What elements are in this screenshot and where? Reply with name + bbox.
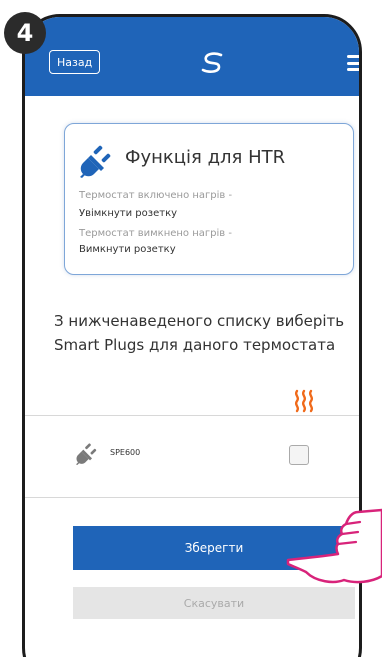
screenshot: 4 Назад Функція для HTR Термостат включе… [0,0,382,657]
plug-icon [76,443,97,465]
card-line-heating-on: Термостат включено нагрів - [79,190,233,201]
back-button[interactable]: Назад [49,50,101,74]
htr-function-card: Функція для HTR Термостат включено нагрі… [64,123,354,275]
device-checkbox[interactable] [289,445,309,465]
hamburger-menu-icon[interactable] [347,55,359,71]
hand-pointer-icon [286,508,382,584]
step-badge: 4 [4,12,46,54]
logo-icon [201,52,223,73]
divider [25,415,359,416]
device-name: SPE600 [110,448,141,457]
card-line-plug-on: Увімкнути розетку [79,208,178,219]
heating-icon [294,389,314,413]
instruction-text: З нижченаведеного списку виберіть Smart … [54,312,345,354]
card-title: Функція для HTR [125,147,286,168]
app-header: Назад [25,17,359,96]
card-line-heating-off: Термостат вимкнено нагрів - [79,228,232,239]
plug-icon [80,145,111,178]
card-line-plug-off: Вимкнути розетку [79,244,176,255]
